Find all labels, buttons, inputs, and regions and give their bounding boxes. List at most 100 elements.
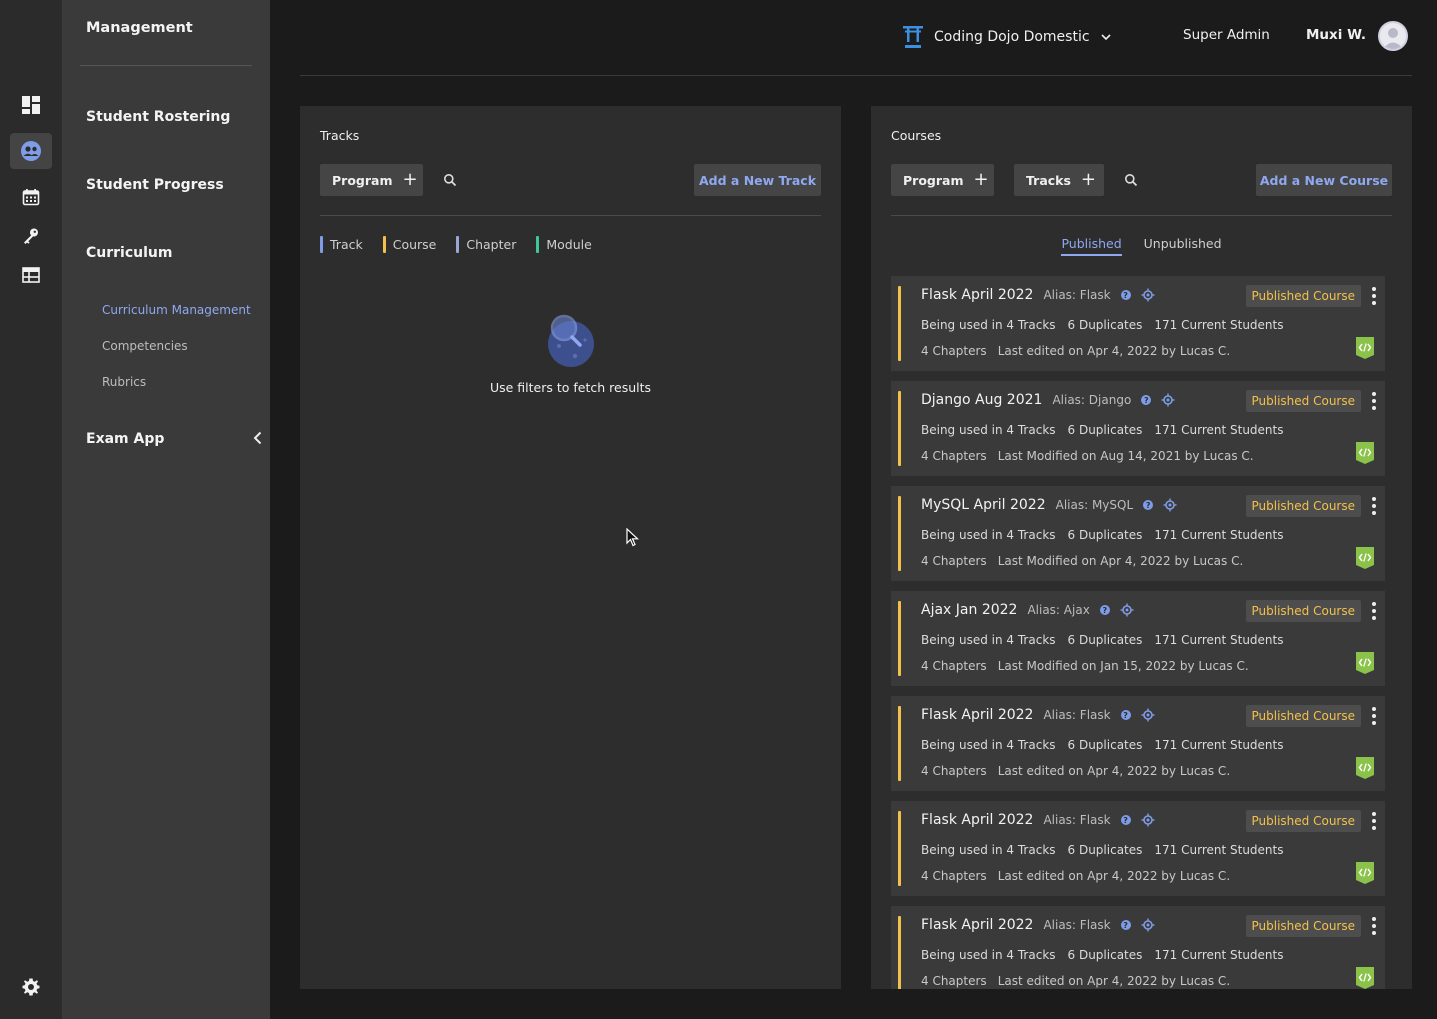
course-duplicates: 6 Duplicates (1067, 948, 1143, 962)
course-stats-row: Being used in 4 Tracks 6 Duplicates 171 … (921, 948, 1283, 962)
course-last-edited: Last Modified on Aug 14, 2021 by Lucas C… (997, 449, 1254, 463)
course-meta-row: 4 Chapters Last edited on Apr 4, 2022 by… (921, 764, 1230, 778)
course-card[interactable]: Django Aug 2021 Alias: Django ? Publishe… (891, 381, 1385, 476)
course-card[interactable]: Flask April 2022 Alias: Flask ? Publishe… (891, 696, 1385, 791)
more-options-icon[interactable] (1369, 496, 1379, 516)
more-options-icon[interactable] (1369, 391, 1379, 411)
nav-competencies[interactable]: Competencies (102, 339, 188, 353)
course-meta-row: 4 Chapters Last Modified on Apr 4, 2022 … (921, 554, 1243, 568)
nav-student-progress[interactable]: Student Progress (86, 177, 224, 193)
info-icon[interactable]: ? (1120, 290, 1131, 300)
course-duplicates: 6 Duplicates (1067, 738, 1143, 752)
course-list: Flask April 2022 Alias: Flask ? Publishe… (891, 276, 1385, 989)
course-alias: Alias: Flask (1043, 813, 1111, 827)
info-icon[interactable]: ? (1120, 710, 1131, 720)
more-options-icon[interactable] (1369, 601, 1379, 621)
tab-published[interactable]: Published (1061, 236, 1122, 256)
course-header-row: Flask April 2022 Alias: Flask ? (921, 812, 1155, 828)
status-badge: Published Course (1245, 600, 1361, 622)
more-options-icon[interactable] (1369, 916, 1379, 936)
course-last-edited: Last edited on Apr 4, 2022 by Lucas C. (997, 344, 1231, 358)
search-icon[interactable] (443, 172, 459, 188)
user-name[interactable]: Muxi W. (1306, 27, 1366, 43)
plus-icon: + (402, 169, 418, 190)
course-title[interactable]: Flask April 2022 (921, 287, 1033, 303)
table-icon[interactable] (10, 257, 52, 293)
chevron-down-icon (1100, 34, 1111, 41)
info-icon[interactable]: ? (1120, 815, 1131, 825)
course-accent-bar (898, 916, 901, 989)
course-alias: Alias: Ajax (1027, 603, 1090, 617)
nav-title: Management (86, 20, 193, 36)
target-icon[interactable] (1141, 288, 1155, 302)
program-filter-label: Program (332, 172, 393, 188)
empty-state: Use filters to fetch results (300, 312, 841, 395)
course-meta-row: 4 Chapters Last Modified on Aug 14, 2021… (921, 449, 1254, 463)
course-card[interactable]: MySQL April 2022 Alias: MySQL ? Publishe… (891, 486, 1385, 581)
nav-rubrics[interactable]: Rubrics (102, 375, 146, 389)
course-title[interactable]: Flask April 2022 (921, 707, 1033, 723)
course-chapters: 4 Chapters (921, 344, 987, 358)
tracks-program-filter-button[interactable]: Program + (320, 164, 423, 196)
course-stats-row: Being used in 4 Tracks 6 Duplicates 171 … (921, 738, 1283, 752)
course-title[interactable]: MySQL April 2022 (921, 497, 1046, 513)
target-icon[interactable] (1120, 603, 1134, 617)
course-students: 171 Current Students (1154, 948, 1284, 962)
target-icon[interactable] (1141, 813, 1155, 827)
publish-tabs: Published Unpublished (891, 236, 1392, 256)
target-icon[interactable] (1141, 918, 1155, 932)
org-logo-icon (903, 26, 923, 48)
target-icon[interactable] (1163, 498, 1177, 512)
nav-curriculum-management[interactable]: Curriculum Management (102, 303, 251, 317)
key-icon[interactable] (10, 218, 52, 254)
calendar-icon[interactable] (10, 179, 52, 215)
org-switcher[interactable]: Coding Dojo Domestic (902, 24, 1112, 50)
more-options-icon[interactable] (1369, 706, 1379, 726)
target-icon[interactable] (1141, 708, 1155, 722)
tab-unpublished[interactable]: Unpublished (1144, 236, 1222, 256)
course-title[interactable]: Django Aug 2021 (921, 392, 1042, 408)
course-usage: Being used in 4 Tracks (921, 528, 1056, 542)
program-filter-label: Program (903, 172, 964, 188)
more-options-icon[interactable] (1369, 286, 1379, 306)
course-duplicates: 6 Duplicates (1067, 423, 1143, 437)
nav-student-rostering[interactable]: Student Rostering (86, 109, 230, 125)
chevron-left-icon[interactable] (250, 430, 266, 446)
course-title[interactable]: Ajax Jan 2022 (921, 602, 1017, 618)
course-alias: Alias: Flask (1043, 288, 1111, 302)
course-card[interactable]: Flask April 2022 Alias: Flask ? Publishe… (891, 801, 1385, 896)
course-students: 171 Current Students (1154, 738, 1284, 752)
dashboard-icon[interactable] (10, 87, 52, 123)
course-students: 171 Current Students (1154, 318, 1284, 332)
legend-course: Course (382, 236, 436, 253)
nav-curriculum[interactable]: Curriculum (86, 245, 172, 261)
course-last-edited: Last edited on Apr 4, 2022 by Lucas C. (997, 764, 1231, 778)
info-icon[interactable]: ? (1141, 395, 1152, 405)
course-card[interactable]: Ajax Jan 2022 Alias: Ajax ? Published Co… (891, 591, 1385, 686)
status-badge: Published Course (1245, 915, 1361, 937)
legend-track: Track (320, 236, 363, 253)
gear-icon[interactable] (10, 969, 52, 1005)
courses-program-filter-button[interactable]: Program + (891, 164, 994, 196)
more-options-icon[interactable] (1369, 811, 1379, 831)
info-icon[interactable]: ? (1099, 605, 1110, 615)
courses-tracks-filter-button[interactable]: Tracks + (1014, 164, 1104, 196)
side-navigation: Management Student Rostering Student Pro… (62, 0, 270, 1019)
search-icon[interactable] (1124, 172, 1140, 188)
community-icon[interactable] (10, 133, 52, 169)
add-course-button[interactable]: Add a New Course (1256, 164, 1392, 196)
course-title[interactable]: Flask April 2022 (921, 917, 1033, 933)
course-card[interactable]: Flask April 2022 Alias: Flask ? Publishe… (891, 276, 1385, 371)
course-card[interactable]: Flask April 2022 Alias: Flask ? Publishe… (891, 906, 1385, 989)
nav-exam-app[interactable]: Exam App (86, 431, 164, 447)
target-icon[interactable] (1161, 393, 1175, 407)
add-track-button[interactable]: Add a New Track (694, 164, 821, 196)
info-icon[interactable]: ? (1120, 920, 1131, 930)
course-title[interactable]: Flask April 2022 (921, 812, 1033, 828)
empty-message: Use filters to fetch results (489, 380, 652, 395)
course-header-row: Ajax Jan 2022 Alias: Ajax ? (921, 602, 1134, 618)
avatar[interactable] (1378, 21, 1408, 51)
course-accent-bar (898, 391, 901, 466)
info-icon[interactable]: ? (1143, 500, 1154, 510)
status-badge: Published Course (1245, 285, 1361, 307)
